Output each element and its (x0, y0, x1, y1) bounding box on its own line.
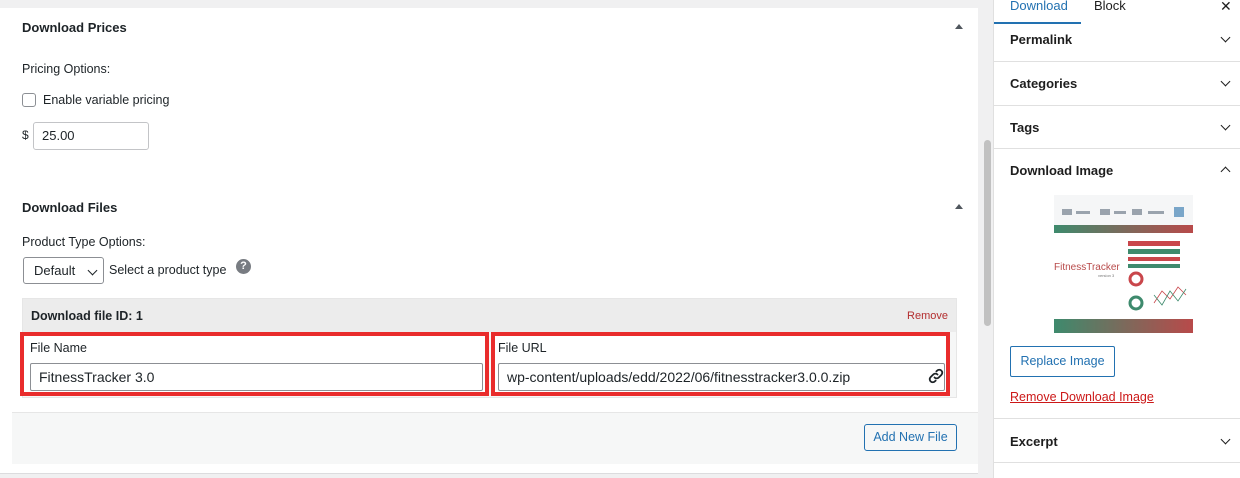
panel-excerpt[interactable]: Excerpt (994, 419, 1240, 463)
product-type-label: Product Type Options: (22, 235, 146, 249)
panel-tags[interactable]: Tags (994, 106, 1240, 149)
file-url-input[interactable]: wp-content/uploads/edd/2022/06/fitnesstr… (498, 363, 945, 391)
download-files-title: Download Files (22, 200, 118, 215)
chevron-down-icon (1220, 434, 1231, 445)
thumb-brand-text: FitnessTracker (1054, 262, 1120, 273)
product-type-select[interactable]: Default (23, 257, 104, 284)
currency-symbol: $ (22, 128, 29, 142)
chevron-down-icon (1220, 120, 1231, 131)
tab-block[interactable]: Block (1094, 0, 1126, 24)
collapse-files-icon[interactable] (955, 204, 963, 209)
file-row-header: Download file ID: 1 Remove (23, 299, 956, 332)
pricing-options-label: Pricing Options: (22, 62, 111, 76)
file-id-label: Download file ID: 1 (31, 309, 143, 323)
panel-tags-title: Tags (1010, 120, 1040, 135)
chevron-down-icon (87, 265, 98, 276)
remove-file-link[interactable]: Remove (907, 310, 948, 322)
chevron-up-icon[interactable] (1220, 166, 1231, 177)
download-prices-title: Download Prices (22, 20, 127, 35)
settings-sidebar: Download Block ✕ Permalink Categories Ta… (993, 0, 1240, 478)
panel-excerpt-title: Excerpt (1010, 434, 1058, 449)
close-icon[interactable]: ✕ (1220, 0, 1232, 15)
panel-download-image-title[interactable]: Download Image (1010, 163, 1113, 178)
chevron-down-icon (1220, 32, 1231, 43)
panel-categories[interactable]: Categories (994, 62, 1240, 106)
tab-download[interactable]: Download (994, 0, 1081, 24)
download-meta-box (0, 8, 978, 474)
help-icon[interactable]: ? (236, 259, 251, 274)
fitness-tracker-cover-image: FitnessTracker version 3 (1054, 195, 1193, 333)
variable-pricing-checkbox[interactable] (22, 93, 36, 107)
thumb-version-text: version 3 (1098, 273, 1115, 278)
collapse-prices-icon[interactable] (955, 24, 963, 29)
remove-download-image-link[interactable]: Remove Download Image (1010, 390, 1154, 404)
product-type-selected: Default (34, 263, 76, 278)
main-editor-area: Download Prices Pricing Options: Enable … (0, 0, 980, 478)
download-image-thumbnail[interactable]: FitnessTracker version 3 (1054, 195, 1193, 333)
variable-pricing-label[interactable]: Enable variable pricing (43, 93, 169, 107)
replace-image-button[interactable]: Replace Image (1010, 346, 1115, 377)
file-url-label: File URL (498, 341, 547, 355)
file-name-label: File Name (30, 341, 87, 355)
price-input[interactable]: 25.00 (33, 122, 149, 150)
scrollbar-thumb[interactable] (984, 140, 991, 326)
panel-categories-title: Categories (1010, 76, 1078, 91)
add-new-file-button[interactable]: Add New File (864, 424, 957, 451)
files-footer (12, 412, 978, 464)
select-product-type-hint: Select a product type (109, 263, 227, 277)
panel-permalink[interactable]: Permalink (994, 24, 1240, 62)
link-icon[interactable] (927, 367, 945, 385)
panel-permalink-title: Permalink (1010, 32, 1073, 47)
chevron-down-icon (1220, 76, 1231, 87)
file-name-input[interactable]: FitnessTracker 3.0 (30, 363, 483, 391)
